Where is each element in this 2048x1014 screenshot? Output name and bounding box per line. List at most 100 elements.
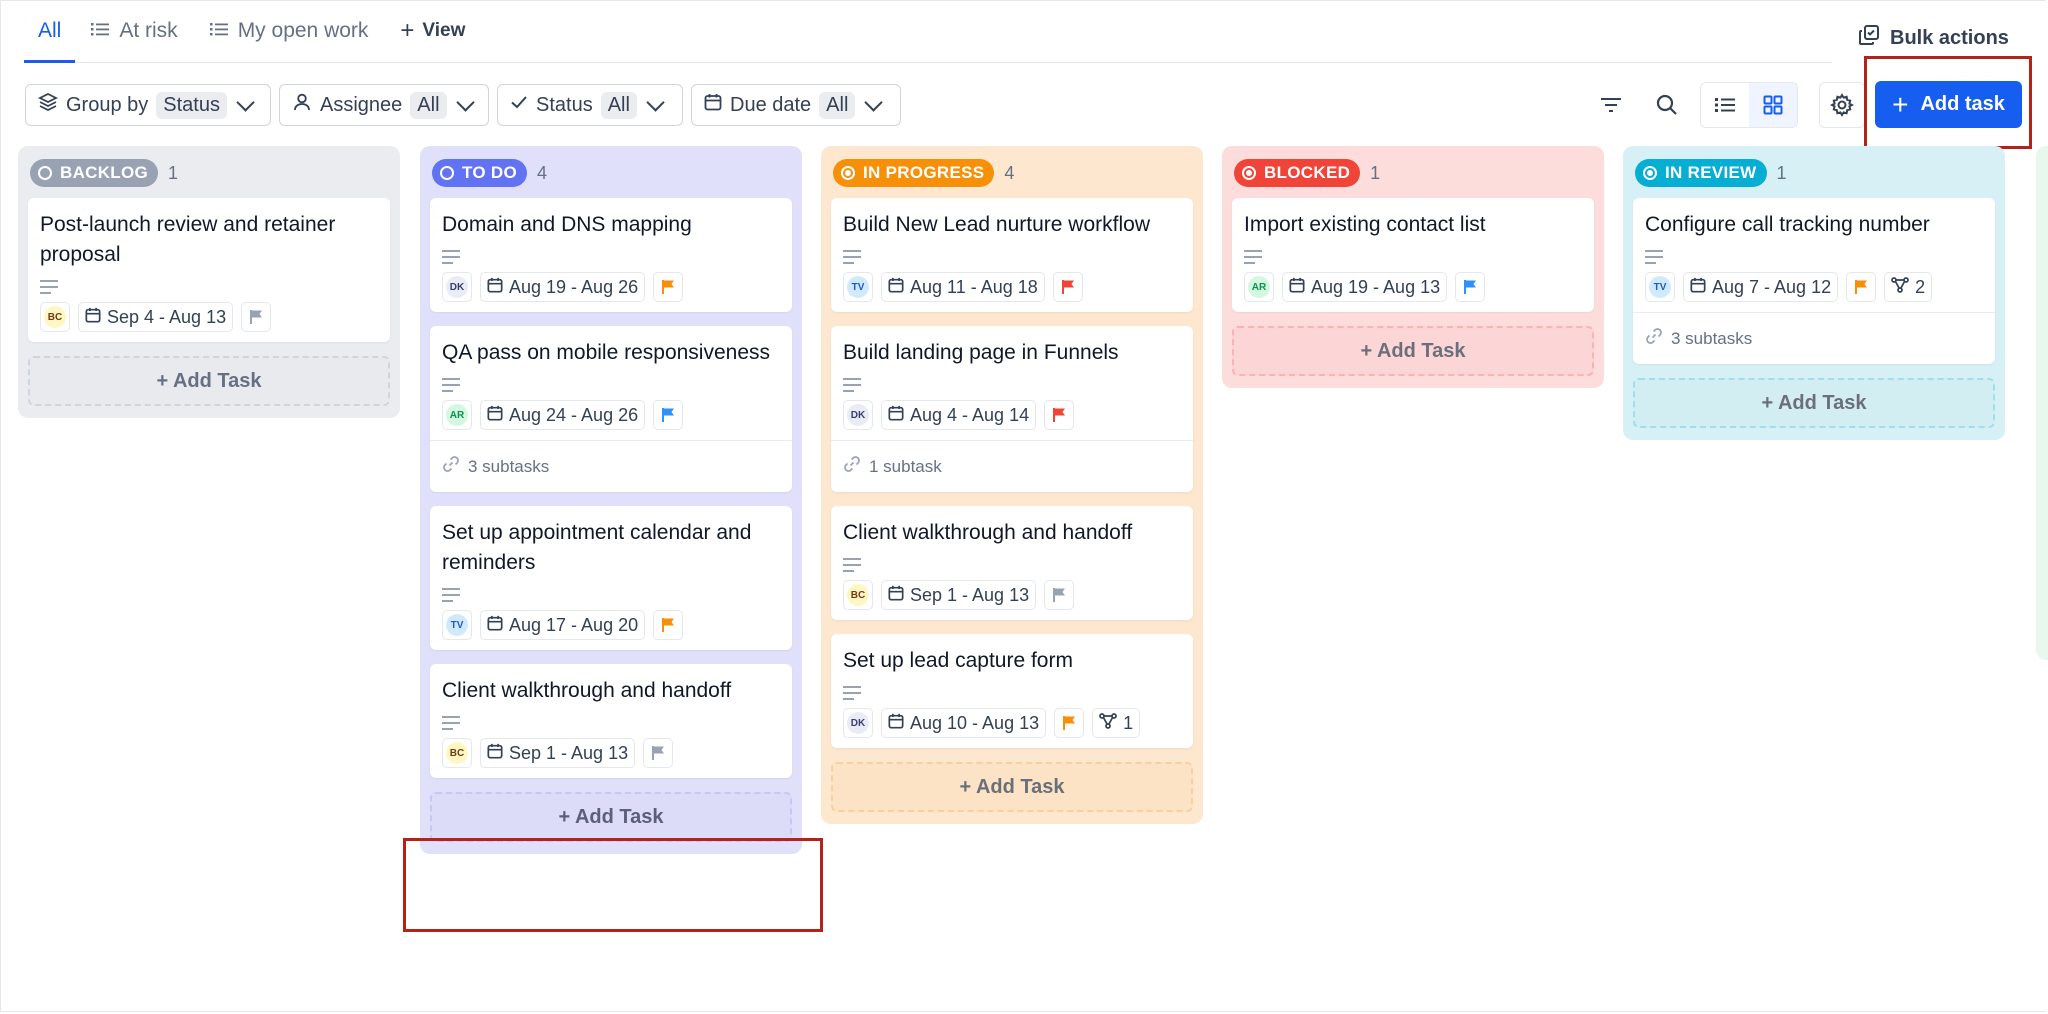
add-task-row-button[interactable]: + Add Task: [430, 792, 792, 842]
calendar-icon: [888, 277, 904, 298]
add-task-row-button[interactable]: + Add Task: [1232, 326, 1594, 376]
task-title[interactable]: Client walkthrough and handoff: [843, 518, 1181, 548]
date-range-chip[interactable]: Aug 11 - Aug 18: [881, 272, 1045, 302]
task-card[interactable]: Import existing contact list AR Aug 19 - A…: [1232, 198, 1594, 312]
date-range-chip[interactable]: Aug 10 - Aug 13: [881, 708, 1047, 738]
assignee-chip[interactable]: DK: [442, 272, 472, 302]
date-range-chip[interactable]: Aug 19 - Aug 13: [1282, 272, 1448, 302]
assignee-chip[interactable]: BC: [843, 580, 873, 610]
plus-icon: +: [1892, 88, 1909, 120]
avatar: TV: [1649, 276, 1671, 298]
assignee-chip[interactable]: TV: [843, 272, 873, 302]
date-range-chip[interactable]: Aug 7 - Aug 12: [1683, 272, 1839, 302]
task-card[interactable]: Build New Lead nurture workflow TV Aug 11 …: [831, 198, 1193, 312]
date-range-chip[interactable]: Sep 1 - Aug 13: [881, 580, 1037, 610]
priority-flag-icon[interactable]: [653, 272, 684, 302]
assignee-chip[interactable]: TV: [442, 610, 472, 640]
date-range-chip[interactable]: Aug 4 - Aug 14: [881, 400, 1037, 430]
task-card[interactable]: Client walkthrough and handoff BC Sep 1 - …: [430, 664, 792, 778]
task-title[interactable]: Configure call tracking number: [1645, 210, 1983, 240]
task-title[interactable]: Domain and DNS mapping: [442, 210, 780, 240]
priority-flag-icon[interactable]: [1455, 272, 1486, 302]
dependency-icon: [1891, 276, 1909, 298]
date-range: Sep 1 - Aug 13: [509, 742, 629, 763]
priority-flag-icon[interactable]: [643, 738, 674, 768]
date-range: Sep 4 - Aug 13: [107, 306, 227, 327]
priority-flag-icon[interactable]: [1052, 272, 1083, 302]
assignee-chip[interactable]: AR: [1244, 272, 1274, 302]
group-by-dropdown[interactable]: Group by Status: [25, 84, 271, 126]
add-task-button[interactable]: + Add task: [1875, 81, 2022, 128]
column-count: 1: [1370, 162, 1381, 183]
priority-flag-icon[interactable]: [241, 302, 272, 332]
add-task-row-button[interactable]: + Add Task: [28, 356, 390, 406]
assignee-chip[interactable]: TV: [1645, 272, 1675, 302]
filter-icon[interactable]: [1596, 84, 1626, 126]
subtasks-label: 3 subtasks: [468, 456, 550, 476]
date-range: Aug 17 - Aug 20: [509, 614, 639, 635]
priority-flag-icon[interactable]: [1044, 580, 1075, 610]
date-range-chip[interactable]: Aug 19 - Aug 26: [480, 272, 646, 302]
task-card[interactable]: QA pass on mobile responsiveness AR Aug 24…: [430, 326, 792, 492]
description-icon: [442, 588, 460, 602]
task-title[interactable]: QA pass on mobile responsiveness: [442, 338, 780, 368]
task-card[interactable]: Client walkthrough and handoff BC Sep 1 - …: [831, 506, 1193, 620]
task-card[interactable]: Configure call tracking number TV Aug 7 - …: [1633, 198, 1995, 364]
dependencies-chip[interactable]: 2: [1884, 272, 1933, 302]
priority-flag-icon[interactable]: [653, 610, 684, 640]
subtasks-link[interactable]: 1 subtask: [831, 440, 1193, 492]
task-card[interactable]: Build landing page in Funnels DK Aug 4 - A…: [831, 326, 1193, 492]
task-card[interactable]: Set up lead capture form DK Aug 10 - Aug 1…: [831, 634, 1193, 748]
add-view-button[interactable]: + View: [384, 0, 481, 62]
add-task-row-button[interactable]: + Add Task: [831, 762, 1193, 812]
search-icon[interactable]: [1652, 84, 1682, 126]
add-task-row-button[interactable]: + Add Task: [1633, 378, 1995, 428]
task-title[interactable]: Build landing page in Funnels: [843, 338, 1181, 368]
subtasks-link[interactable]: 3 subtasks: [1633, 312, 1995, 364]
status-circle-icon: [38, 166, 52, 180]
status-dropdown[interactable]: Status All: [497, 84, 683, 126]
priority-flag-icon[interactable]: [1846, 272, 1877, 302]
task-title[interactable]: Import existing contact list: [1244, 210, 1582, 240]
assignee-dropdown[interactable]: Assignee All: [279, 84, 489, 126]
date-range-chip[interactable]: Sep 1 - Aug 13: [480, 738, 636, 768]
tab-at-risk[interactable]: At risk: [75, 0, 193, 62]
avatar: TV: [446, 614, 468, 636]
subtasks-link[interactable]: 3 subtasks: [430, 440, 792, 492]
avatar: AR: [446, 404, 468, 426]
task-card[interactable]: Post-launch review and retainer proposal…: [28, 198, 390, 342]
board-view-icon[interactable]: [1749, 83, 1797, 127]
priority-flag-icon[interactable]: [1044, 400, 1075, 430]
task-card[interactable]: Domain and DNS mapping DK Aug 19 - Aug 26: [430, 198, 792, 312]
date-range-chip[interactable]: Sep 4 - Aug 13: [78, 302, 234, 332]
list-icon: [91, 21, 110, 42]
tab-my-open-work[interactable]: My open work: [194, 0, 385, 62]
task-title[interactable]: Build New Lead nurture workflow: [843, 210, 1181, 240]
task-title[interactable]: Post-launch review and retainer proposal: [40, 210, 378, 270]
assignee-chip[interactable]: DK: [843, 708, 873, 738]
list-view-icon[interactable]: [1701, 83, 1749, 127]
plus-icon: +: [400, 17, 415, 44]
settings-gear-icon[interactable]: [1819, 82, 1865, 128]
calendar-icon: [1289, 277, 1305, 298]
task-title[interactable]: Set up appointment calendar and reminder…: [442, 518, 780, 578]
priority-flag-icon[interactable]: [653, 400, 684, 430]
dependencies-chip[interactable]: 1: [1092, 708, 1141, 738]
assignee-chip[interactable]: DK: [843, 400, 873, 430]
status-name: BLOCKED: [1264, 163, 1351, 182]
column-in-progress: IN PROGRESS 4 Build New Lead nurture workf…: [821, 146, 1203, 824]
tab-all[interactable]: All: [24, 0, 76, 63]
priority-flag-icon[interactable]: [1054, 708, 1085, 738]
assignee-chip[interactable]: AR: [442, 400, 472, 430]
task-title[interactable]: Client walkthrough and handoff: [442, 676, 780, 706]
date-range-chip[interactable]: Aug 17 - Aug 20: [480, 610, 646, 640]
task-card[interactable]: Set up appointment calendar and reminder…: [430, 506, 792, 650]
calendar-icon: [704, 93, 722, 117]
task-title[interactable]: Set up lead capture form: [843, 646, 1181, 676]
assignee-chip[interactable]: BC: [40, 302, 70, 332]
due-date-dropdown[interactable]: Due date All: [691, 84, 901, 126]
bulk-actions-button[interactable]: Bulk actions: [1858, 24, 2009, 52]
assignee-chip[interactable]: BC: [442, 738, 472, 768]
task-meta: DK Aug 4 - Aug 14: [843, 400, 1181, 430]
date-range-chip[interactable]: Aug 24 - Aug 26: [480, 400, 646, 430]
